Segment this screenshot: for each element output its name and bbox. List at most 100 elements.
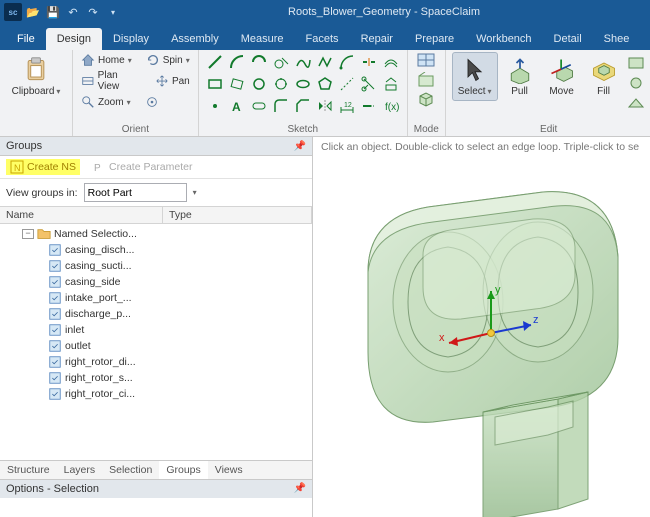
tab-facets[interactable]: Facets [295,28,350,50]
edit-extra2-icon[interactable] [626,74,646,92]
pull-icon [506,56,534,84]
sketch-tangent-icon[interactable] [271,52,291,72]
tab-structure[interactable]: Structure [0,461,57,479]
sketch-chamfer-icon[interactable] [293,96,313,116]
sketch-circle3pt-icon[interactable] [271,74,291,94]
sketch-text-icon[interactable]: A [227,96,247,116]
col-type[interactable]: Type [163,207,312,223]
create-ns-button[interactable]: N Create NS [6,159,80,175]
svg-text:A: A [232,100,241,114]
window-title: Roots_Blower_Geometry - SpaceClaim [122,6,646,18]
svg-text:N: N [14,163,21,173]
model-3d[interactable]: y x z [313,137,650,517]
qat-dropdown-icon[interactable]: ▾ [104,3,122,21]
tree-leaf[interactable]: casing_disch... [0,242,312,258]
sketch-polygon-icon[interactable] [315,74,335,94]
select-button[interactable]: Select▾ [452,52,498,101]
tree-leaf[interactable]: casing_sucti... [0,258,312,274]
collapse-icon[interactable]: − [22,229,34,239]
sketch-rect-icon[interactable] [205,74,225,94]
tab-repair[interactable]: Repair [350,28,404,50]
tab-selection[interactable]: Selection [102,461,159,479]
tree-leaf[interactable]: right_rotor_ci... [0,386,312,402]
zoom-button[interactable]: Zoom▾ [79,94,133,110]
tab-prepare[interactable]: Prepare [404,28,465,50]
sketch-trim-icon[interactable] [359,74,379,94]
chevron-down-icon[interactable]: ▾ [193,188,197,197]
spin-button[interactable]: Spin▾ [144,52,192,68]
sketch-arc3-icon[interactable] [337,52,357,72]
edit-extra1-icon[interactable] [626,54,646,72]
move-button[interactable]: Move [542,52,582,101]
pin-icon[interactable]: 📌 [294,141,306,152]
create-parameter-button[interactable]: P Create Parameter [88,159,196,175]
tree-leaf[interactable]: inlet [0,322,312,338]
orient-extra-button[interactable] [143,94,161,110]
undo-icon[interactable]: ↶ [64,3,82,21]
pin-icon[interactable]: 📌 [294,483,306,495]
sketch-dim-icon[interactable]: 12 [337,96,357,116]
tree-leaf[interactable]: casing_side [0,274,312,290]
tab-sheet[interactable]: Shee [593,28,641,50]
tree-leaf[interactable]: outlet [0,338,312,354]
open-icon[interactable]: 📂 [24,3,42,21]
tree-leaf[interactable]: right_rotor_s... [0,370,312,386]
panel-bottom-tabs: Structure Layers Selection Groups Views [0,460,312,479]
viewport[interactable]: Click an object. Double-click to select … [313,137,650,517]
tab-workbench[interactable]: Workbench [465,28,542,50]
groups-tree[interactable]: − Named Selectio... casing_disch... casi… [0,224,312,460]
tree-header: Name Type [0,206,312,224]
sketch-polyline-icon[interactable] [315,52,335,72]
svg-text:y: y [495,284,501,296]
tree-leaf[interactable]: discharge_p... [0,306,312,322]
col-name[interactable]: Name [0,207,163,223]
tab-assembly[interactable]: Assembly [160,28,230,50]
sketch-equation-icon[interactable]: f(x) [381,96,401,116]
tab-layers[interactable]: Layers [57,461,103,479]
tree-root[interactable]: − Named Selectio... [0,226,312,242]
sketch-mirror-icon[interactable] [315,96,335,116]
sketch-circle-icon[interactable] [249,74,269,94]
sketch-line-icon[interactable] [205,52,225,72]
redo-icon[interactable]: ↷ [84,3,102,21]
fill-button[interactable]: Fill [584,52,624,101]
tree-leaf[interactable]: right_rotor_di... [0,354,312,370]
tab-views[interactable]: Views [208,461,250,479]
mode-sketch-icon[interactable] [416,52,436,70]
paste-button[interactable]: Clipboard▾ [6,52,67,101]
selection-icon [48,291,62,305]
sketch-arc-icon[interactable] [227,52,247,72]
save-icon[interactable]: 💾 [44,3,62,21]
tab-file[interactable]: File [6,28,46,50]
sketch-rect3pt-icon[interactable] [227,74,247,94]
group-label-sketch: Sketch [287,124,318,136]
sketch-split-icon[interactable] [359,52,379,72]
sketch-offset-icon[interactable] [381,52,401,72]
options-panel-header: Options - Selection 📌 [0,479,312,498]
sketch-arc2-icon[interactable] [249,52,269,72]
sketch-construction-icon[interactable] [337,74,357,94]
selection-icon [48,243,62,257]
quick-access-toolbar: sc 📂 💾 ↶ ↷ ▾ [4,3,122,21]
sketch-slot-icon[interactable] [249,96,269,116]
view-groups-input[interactable] [84,183,187,202]
sketch-ellipse-icon[interactable] [293,74,313,94]
sketch-project-icon[interactable] [381,74,401,94]
planview-button[interactable]: Plan View [79,69,143,93]
pan-button[interactable]: Pan [153,73,192,89]
edit-extra3-icon[interactable] [626,94,646,112]
sketch-point-icon[interactable] [205,96,225,116]
tree-leaf[interactable]: intake_port_... [0,290,312,306]
home-button[interactable]: Home▾ [79,52,134,68]
tab-measure[interactable]: Measure [230,28,295,50]
mode-section-icon[interactable] [416,71,436,89]
tab-groups[interactable]: Groups [159,461,207,479]
sketch-extend-icon[interactable] [359,96,379,116]
tab-design[interactable]: Design [46,28,102,50]
mode-3d-icon[interactable] [416,90,436,108]
sketch-spline-icon[interactable] [293,52,313,72]
tab-detail[interactable]: Detail [543,28,593,50]
sketch-fillet-icon[interactable] [271,96,291,116]
tab-display[interactable]: Display [102,28,160,50]
pull-button[interactable]: Pull [500,52,540,101]
